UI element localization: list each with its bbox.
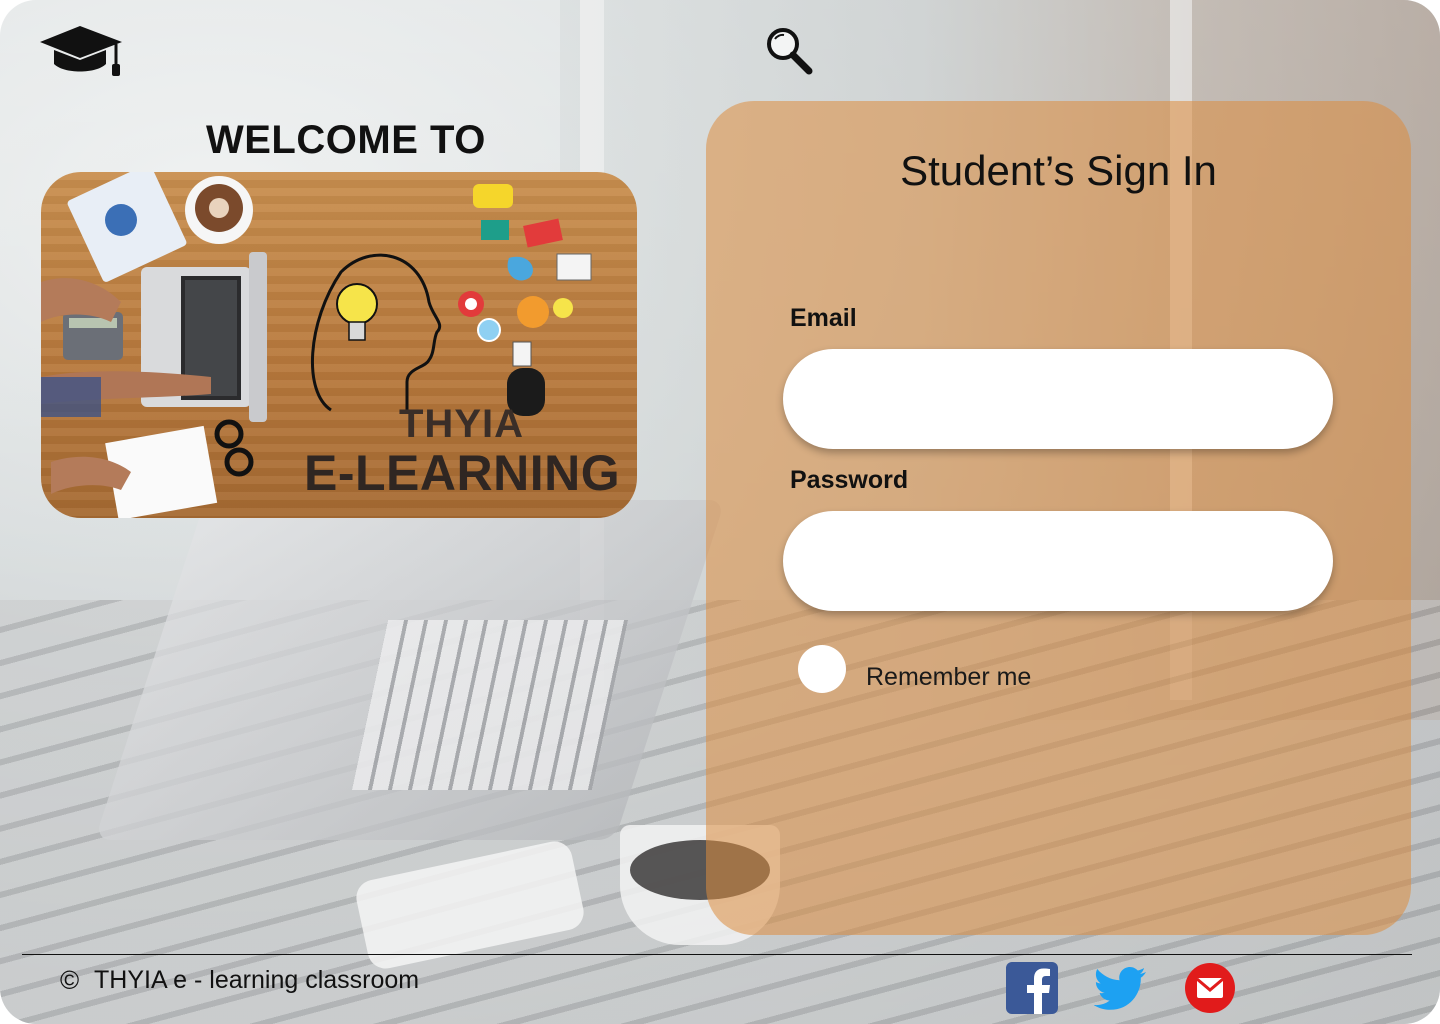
- signin-panel: Student’s Sign In Email Password Remembe…: [706, 101, 1411, 935]
- background-keyboard: [351, 620, 629, 790]
- footer-divider: [22, 954, 1412, 955]
- mail-icon[interactable]: [1184, 962, 1236, 1014]
- hero-banner: THYIA E-LEARNING: [41, 172, 637, 518]
- hero-brand-tagline: E-LEARNING: [304, 445, 621, 501]
- copyright-text: THYIA e - learning classroom: [94, 966, 420, 994]
- search-icon[interactable]: [764, 26, 814, 76]
- twitter-icon[interactable]: [1094, 962, 1146, 1014]
- email-field[interactable]: [783, 349, 1333, 449]
- remember-me-checkbox[interactable]: [798, 645, 846, 693]
- password-label: Password: [790, 466, 909, 494]
- welcome-heading: WELCOME TO: [206, 118, 486, 162]
- password-field[interactable]: [783, 511, 1333, 611]
- graduation-cap-icon[interactable]: [38, 20, 126, 80]
- hero-brand-name: THYIA: [399, 402, 524, 446]
- email-label: Email: [790, 304, 857, 332]
- copyright-icon: ©: [60, 965, 80, 995]
- signin-title: Student’s Sign In: [900, 147, 1217, 194]
- facebook-icon[interactable]: [1006, 962, 1058, 1014]
- remember-me-label: Remember me: [866, 663, 1032, 691]
